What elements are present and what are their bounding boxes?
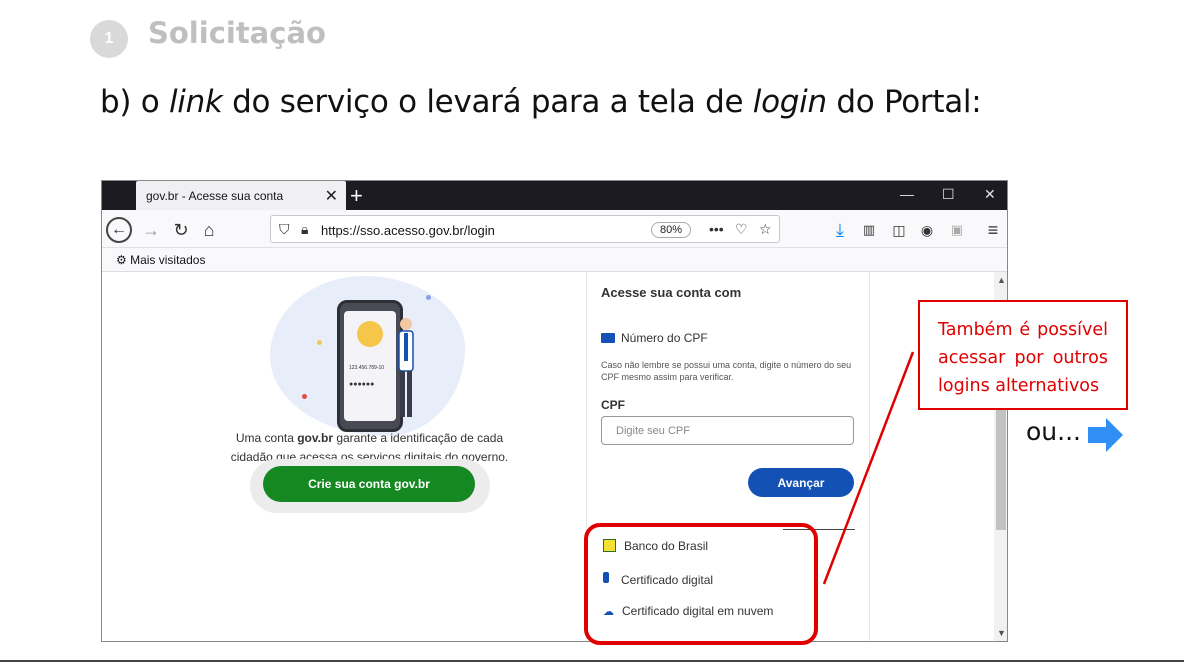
bookmark-mais-visitados[interactable]: ⚙ Mais visitados [116,253,205,267]
minimize-icon[interactable]: — [900,186,914,202]
callout-box: Também é possível acessar por outros log… [918,300,1128,410]
decor-dot [317,340,322,345]
forward-icon[interactable]: → [138,217,164,243]
nav-toolbar: ← → ↻ ⌂ ⛉ 🔒︎ https://sso.acesso.gov.br/l… [102,210,1007,248]
sample-cpf: 123.456.789-10 [349,365,385,371]
sidebar-icon[interactable]: ◫ [886,217,912,243]
bookmarks-bar: ⚙ Mais visitados [102,248,1007,272]
slide-bottom-line [0,660,1184,662]
panel-title: Acesse sua conta com [601,285,742,300]
scroll-down-icon[interactable]: ▼ [997,628,1006,638]
shield-icon[interactable]: ⛉ [279,221,290,238]
download-icon[interactable]: ⤓ [827,217,853,243]
library-icon[interactable]: ▥ [856,217,882,243]
menu-icon[interactable]: ≡ [980,217,1006,243]
url-text[interactable]: https://sso.acesso.gov.br/login [321,223,495,238]
step-number-badge: 1 [90,20,128,58]
pocket-icon[interactable]: ♡ [735,221,748,238]
tab-govbr[interactable]: gov.br - Acesse sua conta ✕ [136,181,346,210]
decor-dot [302,394,307,399]
star-icon[interactable]: ☆ [759,221,772,238]
cpf-option-label: Número do CPF [621,331,708,345]
advance-button[interactable]: Avançar [748,468,854,497]
page-content: 123.456.789-10 ●●●●●● Uma conta gov.br g… [102,272,1007,641]
reload-icon[interactable]: ↻ [168,217,194,243]
cpf-label: CPF [601,398,625,412]
next-arrow-icon [1088,418,1123,452]
id-card-icon [601,333,615,343]
slide-subtitle: b) o link do serviço o levará para a tel… [100,84,982,120]
cpf-input[interactable]: Digite seu CPF [601,416,854,445]
decor-dot [426,295,431,300]
highlight-box [584,523,818,645]
account-icon[interactable]: ◉ [914,217,940,243]
sample-password: ●●●●●● [349,381,375,388]
more-icon[interactable]: ••• [709,221,724,237]
maximize-icon[interactable]: ☐ [942,186,955,203]
avatar-icon [357,321,383,347]
lock-icon[interactable]: 🔒︎ [301,221,308,238]
new-tab-icon[interactable]: + [350,183,363,209]
zoom-level[interactable]: 80% [651,222,692,238]
bookmark-label: Mais visitados [130,253,206,267]
phone-screen: 123.456.789-10 ●●●●●● [344,311,396,421]
create-account-wrapper: Crie sua conta gov.br [250,459,490,513]
person-illustration [398,318,414,417]
ou-text: ou... [1026,417,1081,446]
cpf-option[interactable]: Número do CPF [601,331,708,345]
close-icon[interactable]: ✕ [325,186,338,206]
extension-icon[interactable]: ▣ [944,217,970,243]
tab-bar: gov.br - Acesse sua conta ✕ + — ☐ ✕ [102,181,1007,210]
create-account-button[interactable]: Crie sua conta gov.br [263,466,475,502]
home-icon[interactable]: ⌂ [196,217,222,243]
back-icon[interactable]: ← [106,217,132,243]
window-close-icon[interactable]: ✕ [984,186,996,203]
step-title: Solicitação [148,16,326,50]
tab-title: gov.br - Acesse sua conta [146,189,284,203]
browser-window: gov.br - Acesse sua conta ✕ + — ☐ ✕ ← → … [101,180,1008,642]
url-bar[interactable]: ⛉ 🔒︎ https://sso.acesso.gov.br/login 80%… [270,215,780,243]
cpf-hint: Caso não lembre se possui uma conta, dig… [601,360,852,382]
scroll-up-icon[interactable]: ▲ [997,275,1006,285]
